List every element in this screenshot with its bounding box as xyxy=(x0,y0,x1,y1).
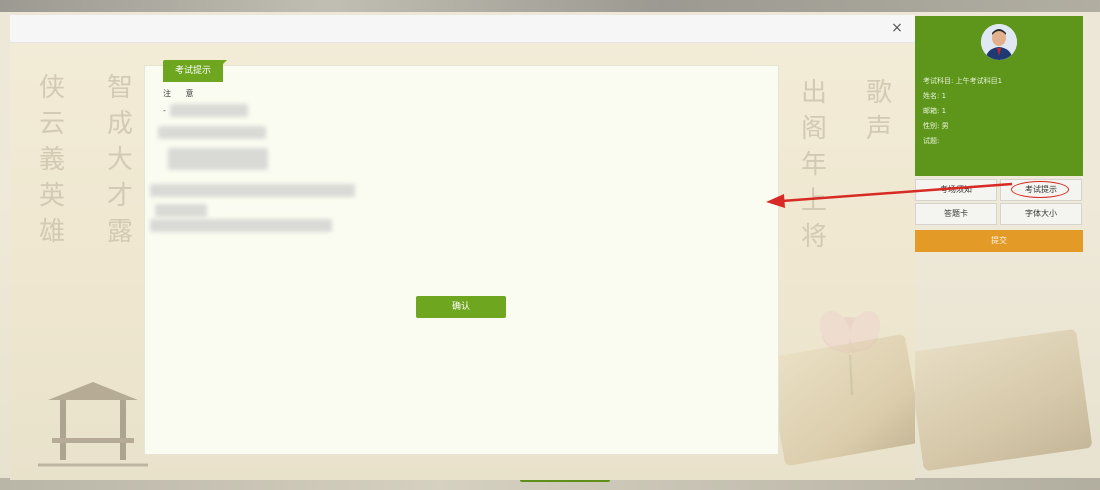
redacted-text-line xyxy=(158,126,266,139)
notice-heading: 注 意 xyxy=(163,89,200,98)
calligraphy-char: 将 xyxy=(800,222,827,252)
calligraphy-char: 侠 xyxy=(38,73,65,103)
tab-notch xyxy=(221,60,227,66)
exam-tips-card xyxy=(144,65,779,455)
calligraphy-char: 歌 xyxy=(865,78,892,108)
calligraphy-char: 出 xyxy=(800,78,827,108)
background-scroll-decoration xyxy=(907,328,1093,472)
candidate-account: 邮箱: 1 xyxy=(923,107,947,115)
user-avatar-icon xyxy=(981,24,1017,60)
modal-titlebar: × xyxy=(10,15,915,43)
calligraphy-char: 年 xyxy=(800,150,827,180)
redacted-text-line xyxy=(170,104,248,117)
submit-button[interactable]: 提交 xyxy=(915,230,1083,252)
redacted-text-line xyxy=(150,219,332,232)
scroll-decoration xyxy=(766,333,915,467)
pavilion-illustration xyxy=(38,382,148,467)
close-icon[interactable]: × xyxy=(889,20,905,36)
notice-dash: - xyxy=(163,106,166,115)
question-label: 试题: xyxy=(923,137,940,145)
calligraphy-char: 成 xyxy=(106,109,133,139)
redacted-text-line xyxy=(168,148,268,170)
candidate-name: 姓名: 1 xyxy=(923,92,947,100)
exam-tips-tab: 考试提示 xyxy=(163,60,223,82)
calligraphy-char: 英 xyxy=(38,181,65,211)
calligraphy-char: 雄 xyxy=(38,217,65,247)
calligraphy-char: 智 xyxy=(106,73,133,103)
calligraphy-char: 義 xyxy=(38,145,65,175)
background-top-strip xyxy=(0,0,1100,12)
candidate-info-panel: 考试科目: 上午考试科目1 姓名: 1 邮箱: 1 性别: 男 试题: xyxy=(915,16,1083,176)
candidate-info: 考试科目: 上午考试科目1 姓名: 1 邮箱: 1 性别: 男 试题: xyxy=(923,74,1002,149)
calligraphy-char: 才 xyxy=(106,181,133,211)
redacted-text-line xyxy=(155,204,207,217)
calligraphy-char: 声 xyxy=(865,114,892,144)
confirm-button[interactable]: 确认 xyxy=(416,296,506,318)
calligraphy-char: 阁 xyxy=(800,114,827,144)
calligraphy-char: 露 xyxy=(106,217,133,247)
calligraphy-char: 云 xyxy=(38,109,65,139)
red-arrow-annotation xyxy=(766,182,1013,208)
exam-subject: 考试科目: 上午考试科目1 xyxy=(923,77,1003,85)
redacted-text-line xyxy=(150,184,355,197)
calligraphy-char: 大 xyxy=(106,145,133,175)
candidate-gender: 性别: 男 xyxy=(923,122,949,130)
